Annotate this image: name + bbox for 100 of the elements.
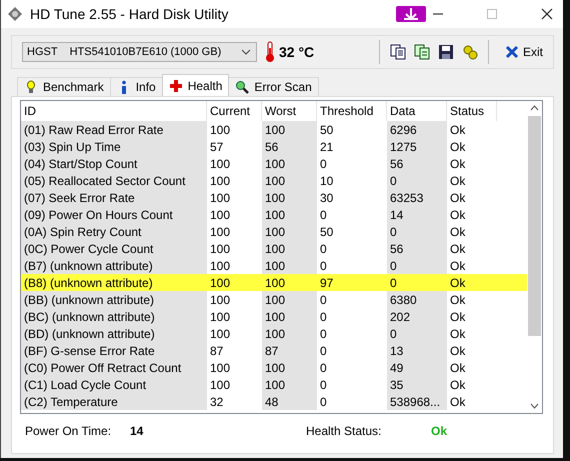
copy-icon[interactable]: [390, 44, 406, 60]
table-row[interactable]: (BD) (unknown attribute) 100 100 0 0 Ok: [21, 325, 527, 342]
table-cell-text: Ok: [449, 190, 466, 206]
table-cell: 13: [387, 342, 447, 359]
table-cell: 6296: [387, 121, 447, 138]
table-cell: 100: [262, 189, 317, 206]
table-cell-text: 100: [209, 122, 232, 138]
table-cell-text: 0: [319, 156, 328, 172]
table-cell-text: Ok: [449, 172, 466, 189]
table-cell: 100: [262, 325, 317, 342]
tab[interactable]: Info: [110, 77, 163, 96]
table-row[interactable]: (C1) Load Cycle Count 100 100 0 35 Ok: [21, 376, 527, 393]
table-cell: 100: [262, 155, 317, 172]
table-cell-text: 0: [319, 326, 328, 342]
table-row[interactable]: (BF) G-sense Error Rate 87 87 0 13 Ok: [21, 342, 527, 359]
column-header[interactable]: Threshold: [317, 101, 387, 121]
table-cell: (07) Seek Error Rate: [21, 189, 207, 206]
table-cell: 100: [262, 291, 317, 308]
table-row[interactable]: (BB) (unknown attribute) 100 100 0 6380 Ok: [21, 291, 527, 308]
tab[interactable]: Benchmark: [17, 77, 111, 96]
save-icon[interactable]: [438, 44, 454, 60]
table-row[interactable]: (09) Power On Hours Count 100 100 0 14 Ok: [21, 206, 527, 223]
window-title: HD Tune 2.55 - Hard Disk Utility: [30, 6, 228, 22]
table-cell-text: 21: [319, 138, 334, 155]
table-cell-text: Ok: [449, 376, 466, 393]
scroll-up-icon[interactable]: [530, 105, 539, 111]
caret-icon: [241, 49, 251, 55]
table-cell-text: 0: [319, 292, 328, 308]
table-cell-text: 97: [319, 274, 334, 291]
close-icon[interactable]: [541, 8, 553, 20]
table-cell-text: Ok: [449, 240, 466, 257]
table-cell: (BC) (unknown attribute): [21, 308, 207, 325]
tab[interactable]: Health: [162, 74, 230, 96]
table-row[interactable]: (0A) Spin Retry Count 100 100 50 0 Ok: [21, 223, 527, 240]
scrollbar-thumb[interactable]: [528, 116, 541, 336]
table-cell-text: 100: [209, 292, 232, 308]
table-cell: 56: [387, 240, 447, 257]
table-cell: (BF) G-sense Error Rate: [21, 342, 207, 359]
table-cell-text: 50: [319, 122, 334, 138]
column-header[interactable]: Current: [207, 101, 262, 121]
temperature-reading: 32 °C: [279, 44, 314, 60]
table-row[interactable]: (03) Spin Up Time 57 56 21 1275 Ok: [21, 138, 527, 155]
table-cell: (09) Power On Hours Count: [21, 206, 207, 223]
table-cell-text: Ok: [449, 206, 466, 223]
table-cell-text: Ok: [449, 360, 466, 376]
table-cell-text: Ok: [449, 342, 466, 359]
x-icon: [504, 45, 519, 59]
table-cell: (04) Start/Stop Count: [21, 155, 207, 172]
table-row[interactable]: (B7) (unknown attribute) 100 100 0 0 Ok: [21, 257, 527, 274]
scroll-down-icon[interactable]: [530, 403, 539, 409]
table-cell: 63253: [387, 189, 447, 206]
table-cell-text: 100: [209, 360, 232, 376]
table-cell: 56: [262, 138, 317, 155]
table-cell: 0: [387, 172, 447, 189]
table-cell-text: 0: [319, 394, 328, 410]
exit-button[interactable]: Exit: [502, 43, 545, 61]
table-row[interactable]: (BC) (unknown attribute) 100 100 0 202 Ok: [21, 308, 527, 325]
table-cell: (01) Raw Read Error Rate: [21, 121, 207, 138]
table-cell-text: 100: [209, 240, 232, 257]
table-cell-text: 100: [209, 376, 232, 393]
column-header[interactable]: Status: [447, 101, 497, 121]
tab[interactable]: Error Scan: [228, 77, 319, 96]
table-cell: 100: [262, 240, 317, 257]
table-cell-text: 100: [209, 156, 232, 172]
table-cell: 48: [262, 393, 317, 410]
table-cell-text: 0: [389, 274, 398, 291]
table-row[interactable]: (C0) Power Off Retract Count 100 100 0 49 Ok: [21, 359, 527, 376]
drive-dropdown[interactable]: HGST HTS541010B7E610 (1000 GB): [22, 42, 257, 62]
copy-pages-icon[interactable]: [414, 44, 430, 60]
table-cell: 6380: [387, 291, 447, 308]
health-status-value: Ok: [431, 424, 448, 438]
power-on-time-value: 14: [130, 424, 144, 438]
highlighted-row[interactable]: (B8) (unknown attribute) 100 100 97 0 Ok: [21, 274, 527, 291]
table-cell: 538968...: [387, 393, 447, 410]
table-cell: 1275: [387, 138, 447, 155]
table-cell-text: Ok: [449, 138, 466, 155]
table-cell: (C0) Power Off Retract Count: [21, 359, 207, 376]
table-row[interactable]: (04) Start/Stop Count 100 100 0 56 Ok: [21, 155, 527, 172]
table-cell-text: Ok: [449, 326, 466, 342]
table-cell-text: 100: [209, 224, 232, 240]
table-cell: 35: [387, 376, 447, 393]
table-cell-text: 0: [319, 308, 328, 325]
table-cell: 202: [387, 308, 447, 325]
table-cell-text: 100: [209, 258, 232, 274]
table-cell-text: 100: [209, 206, 232, 223]
table-row[interactable]: (0C) Power Cycle Count 100 100 0 56 Ok: [21, 240, 527, 257]
table-cell: 14: [387, 206, 447, 223]
table-cell-text: (B8) (unknown attribute): [23, 274, 154, 291]
table-cell: 49: [387, 359, 447, 376]
table-cell-text: Ok: [449, 224, 466, 240]
table-cell: 0: [387, 325, 447, 342]
table-cell-text: 32: [209, 394, 224, 410]
table-cell-text: 100: [209, 190, 232, 206]
table-row[interactable]: (01) Raw Read Error Rate 100 100 50 6296 Ok: [21, 121, 527, 138]
table-cell: 100: [262, 376, 317, 393]
table-row[interactable]: (05) Reallocated Sector Count 100 100 10 0 Ok: [21, 172, 527, 189]
table-row[interactable]: (07) Seek Error Rate 100 100 30 63253 Ok: [21, 189, 527, 206]
table-cell-text: 87: [209, 342, 224, 359]
table-cell-text: 100: [264, 274, 286, 291]
table-row[interactable]: (C2) Temperature 32 48 0 538968... Ok: [21, 393, 527, 410]
